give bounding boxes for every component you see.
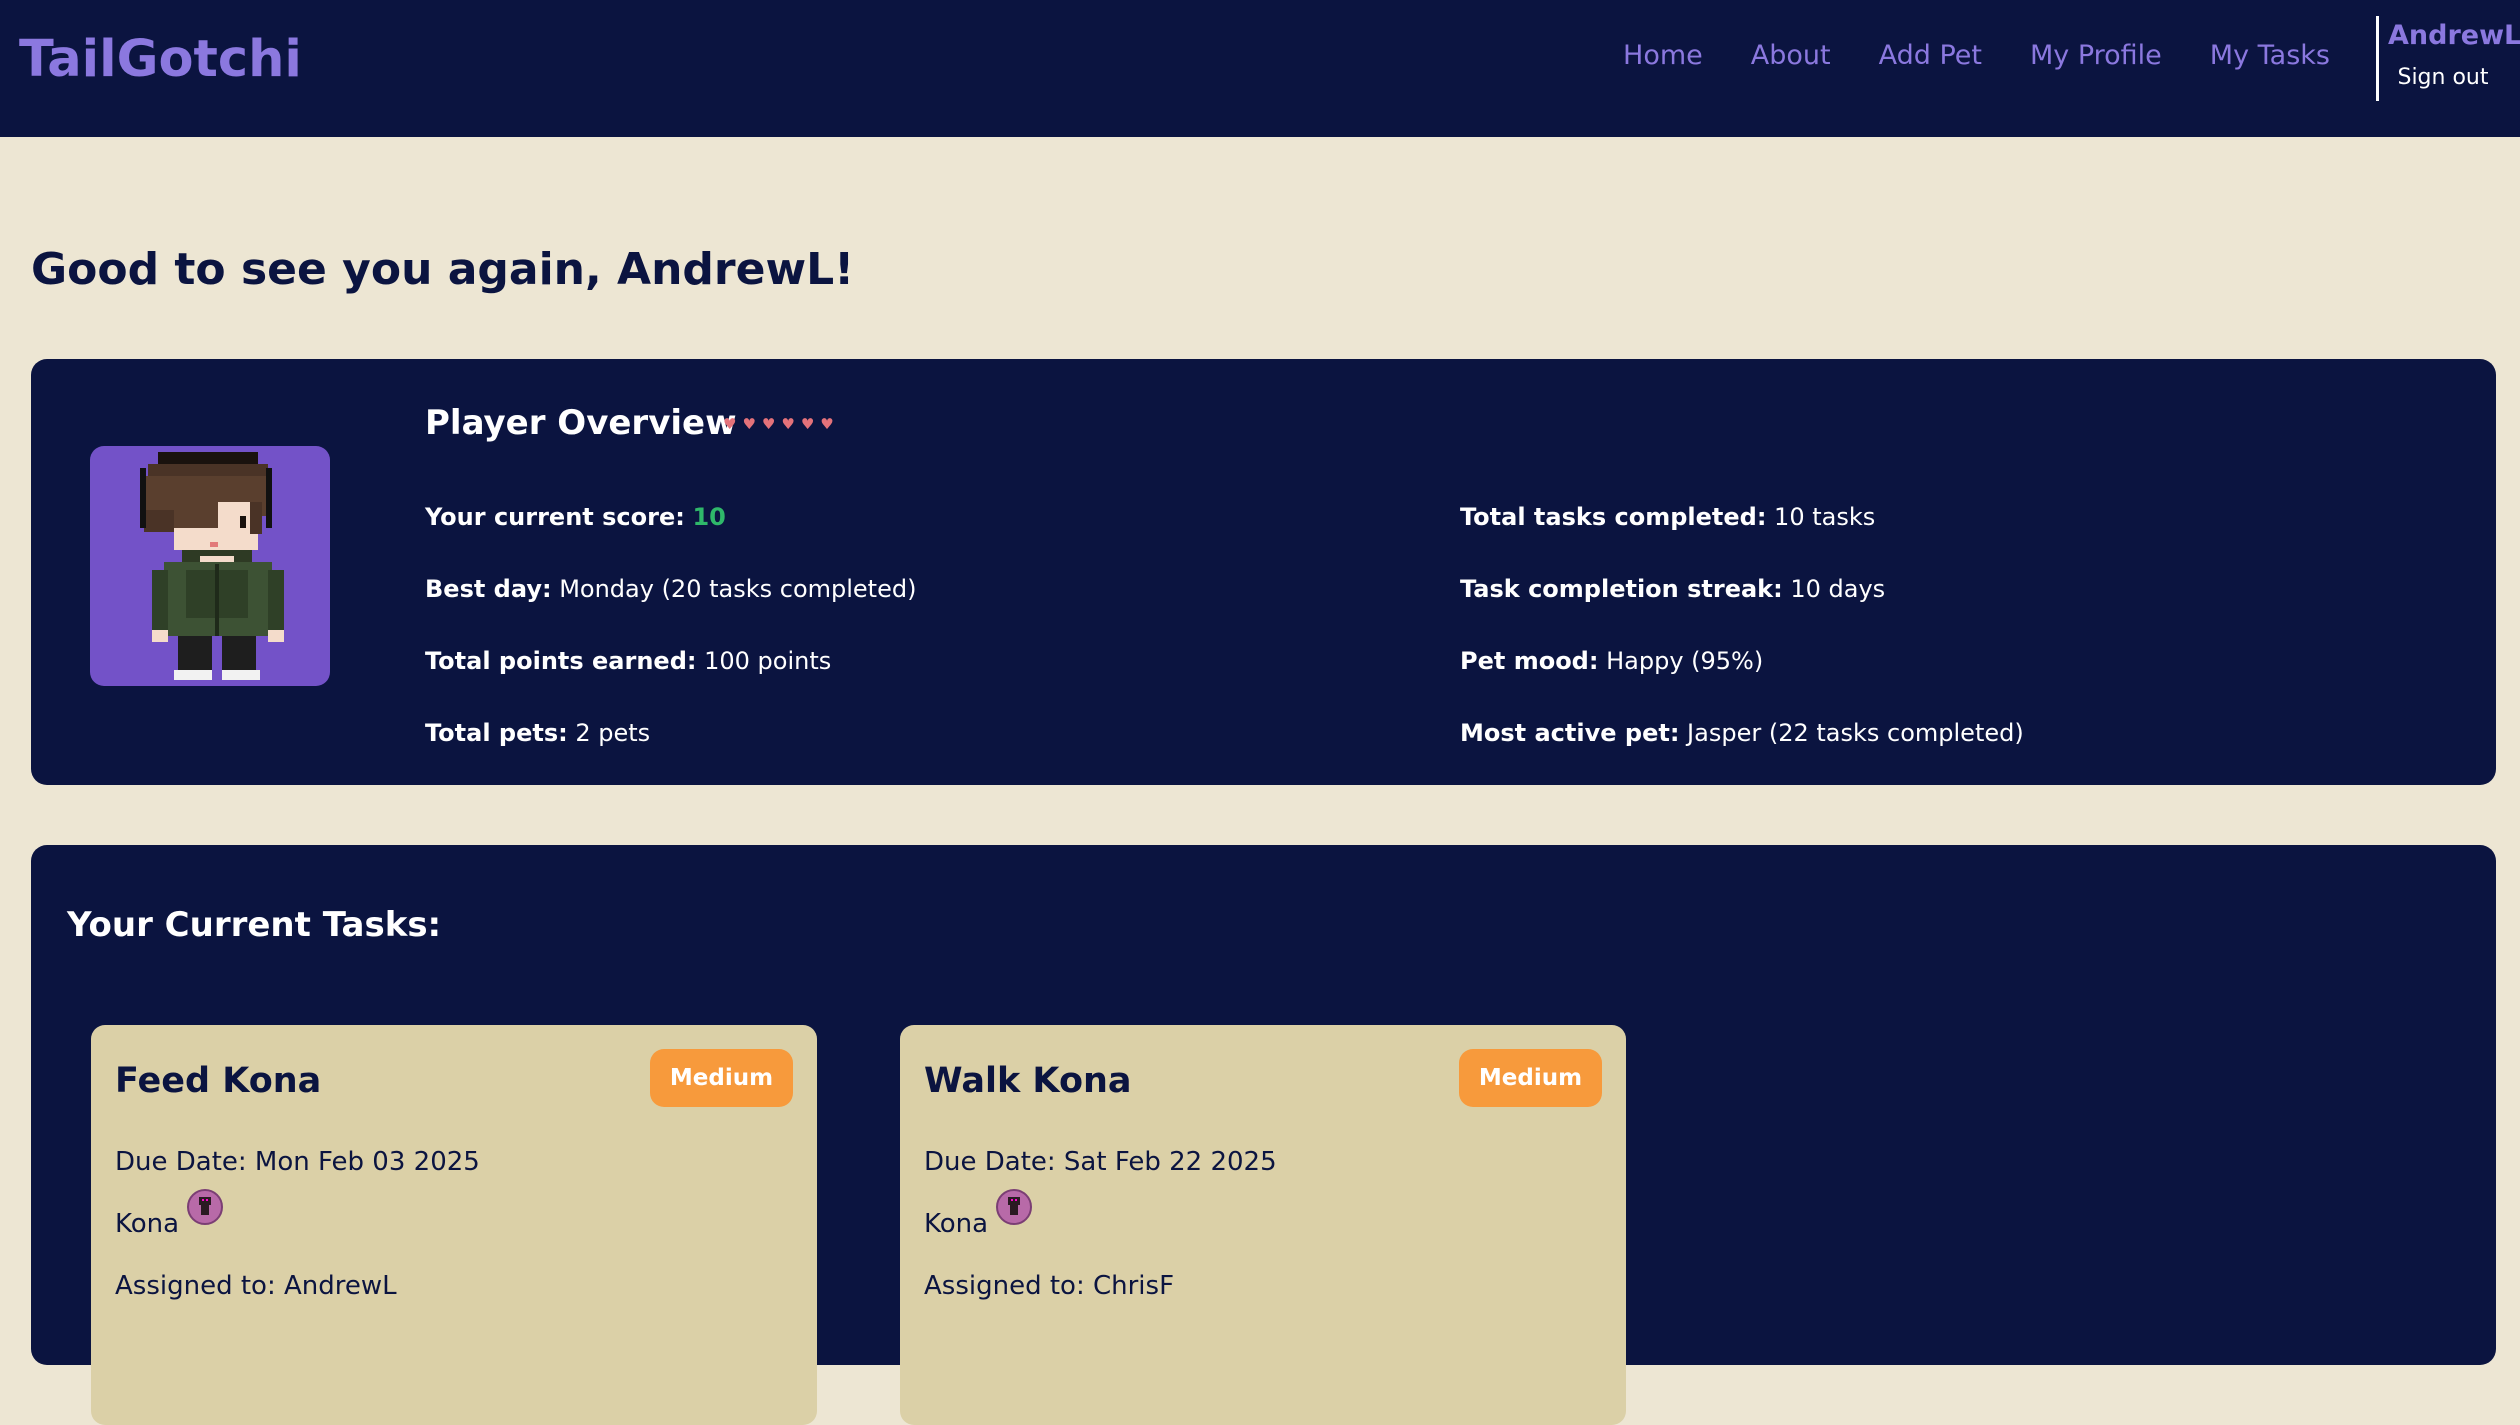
player-overview-title: Player Overview [425, 403, 737, 443]
stat-completion-streak: Task completion streak: 10 days [1460, 575, 1885, 603]
priority-badge: Medium [650, 1049, 793, 1107]
page-greeting: Good to see you again, AndrewL! [31, 244, 855, 295]
task-name: Feed Kona [115, 1061, 322, 1101]
stat-label: Total pets: [425, 719, 568, 747]
stat-value: Jasper (22 tasks completed) [1679, 719, 2024, 747]
nav-link-my-tasks[interactable]: My Tasks [2210, 40, 2330, 71]
stat-label: Your current score: [425, 503, 685, 531]
pet-avatar-icon [996, 1189, 1032, 1225]
nav-link-my-profile[interactable]: My Profile [2030, 40, 2162, 71]
stat-label: Best day: [425, 575, 552, 603]
stat-value: 2 pets [567, 719, 651, 747]
player-avatar [90, 446, 330, 686]
task-assignee: Assigned to: ChrisF [924, 1271, 1175, 1301]
heart-icon: ♥ [742, 415, 756, 433]
player-overview-panel: Player Overview ♥ ♥ ♥ ♥ ♥ ♥ Your current… [31, 359, 2496, 785]
brand-logo[interactable]: TailGotchi [19, 30, 302, 89]
stat-value: 100 points [696, 647, 832, 675]
nav-link-add-pet[interactable]: Add Pet [1879, 40, 1982, 71]
task-pet-name: Kona [924, 1209, 989, 1239]
player-avatar-icon [140, 452, 284, 680]
heart-icon: ♥ [761, 415, 776, 433]
stat-most-active-pet: Most active pet: Jasper (22 tasks comple… [1460, 719, 2024, 747]
current-tasks-title: Your Current Tasks: [67, 905, 442, 945]
task-assignee: Assigned to: AndrewL [115, 1271, 397, 1301]
task-card[interactable]: Walk Kona Medium Due Date: Sat Feb 22 20… [900, 1025, 1626, 1425]
stat-pet-mood: Pet mood: Happy (95%) [1460, 647, 1763, 675]
heart-icon: ♥ [820, 415, 834, 433]
heart-icon: ♥ [800, 415, 815, 433]
priority-badge: Medium [1459, 1049, 1602, 1107]
stat-value: 10 days [1782, 575, 1886, 603]
nav-link-about[interactable]: About [1751, 40, 1831, 71]
username[interactable]: AndrewL [2388, 20, 2520, 51]
task-due-date: Due Date: Mon Feb 03 2025 [115, 1147, 480, 1177]
user-block: AndrewL Sign out [2388, 20, 2520, 90]
stat-label: Total tasks completed: [1460, 503, 1767, 531]
task-name: Walk Kona [924, 1061, 1132, 1101]
stat-value: 10 [692, 503, 726, 531]
nav-link-home[interactable]: Home [1623, 40, 1703, 71]
stat-total-points: Total points earned: 100 points [425, 647, 831, 675]
stat-label: Task completion streak: [1460, 575, 1783, 603]
stat-value: Happy (95%) [1598, 647, 1764, 675]
top-nav: TailGotchi Home About Add Pet My Profile… [0, 0, 2520, 137]
stat-label: Total points earned: [425, 647, 697, 675]
heart-icon: ♥ [781, 415, 795, 433]
stat-total-pets: Total pets: 2 pets [425, 719, 650, 747]
task-pet-name: Kona [115, 1209, 180, 1239]
stat-value: 10 tasks [1766, 503, 1876, 531]
stat-label: Most active pet: [1460, 719, 1680, 747]
stat-best-day: Best day: Monday (20 tasks completed) [425, 575, 916, 603]
current-tasks-panel: Your Current Tasks: Feed Kona Medium Due… [31, 845, 2496, 1425]
stat-current-score: Your current score: 10 [425, 503, 726, 531]
stat-label: Pet mood: [1460, 647, 1599, 675]
pet-avatar-icon [187, 1189, 223, 1225]
stat-total-tasks-completed: Total tasks completed: 10 tasks [1460, 503, 1875, 531]
task-due-date: Due Date: Sat Feb 22 2025 [924, 1147, 1277, 1177]
hearts-row: ♥ ♥ ♥ ♥ ♥ ♥ [723, 414, 834, 434]
nav-links: Home About Add Pet My Profile My Tasks [1623, 40, 2330, 71]
heart-icon: ♥ [723, 415, 737, 433]
nav-divider [2376, 16, 2379, 101]
sign-out-link[interactable]: Sign out [2388, 65, 2498, 90]
stat-value: Monday (20 tasks completed) [551, 575, 917, 603]
task-card[interactable]: Feed Kona Medium Due Date: Mon Feb 03 20… [91, 1025, 817, 1425]
